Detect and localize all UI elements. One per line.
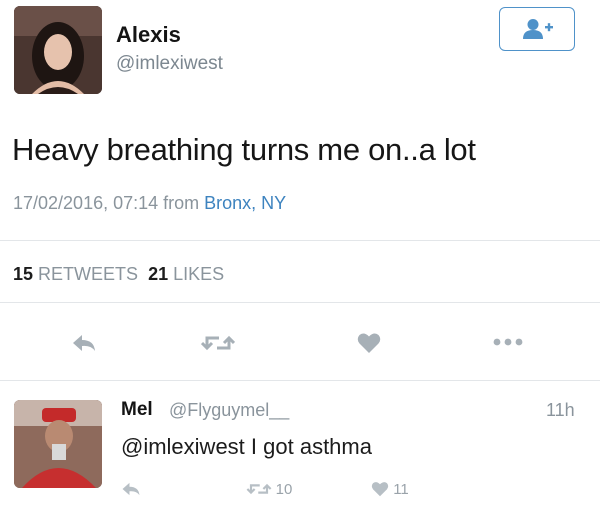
divider — [0, 380, 600, 381]
reply-time: 11h — [546, 400, 575, 420]
reply-avatar[interactable] — [14, 400, 102, 488]
tweet-stats: 15 RETWEETS 21 LIKES — [13, 264, 224, 285]
tweet-timestamp: 17/02/2016, 07:14 from Bronx, NY — [13, 193, 286, 214]
reply-icon — [73, 335, 95, 351]
likes-label[interactable]: LIKES — [173, 264, 224, 284]
divider — [0, 240, 600, 241]
reply-body: I got asthma — [244, 434, 372, 459]
add-user-icon — [523, 19, 553, 39]
author-handle[interactable]: @imlexiwest — [116, 53, 223, 75]
heart-icon — [357, 333, 381, 353]
location-link[interactable]: Bronx, NY — [204, 193, 286, 213]
tweet-text: Heavy breathing turns me on..a lot — [12, 132, 476, 167]
more-icon — [493, 338, 523, 346]
retweet-button[interactable] — [196, 328, 240, 358]
reply-reply-button[interactable] — [116, 478, 146, 500]
divider — [0, 302, 600, 303]
retweets-count[interactable]: 15 — [13, 264, 33, 284]
reply-like-count: 11 — [393, 480, 409, 498]
reply-text: @imlexiwest I got asthma — [121, 434, 372, 460]
reply-author-handle[interactable]: @Flyguymel__ — [169, 400, 289, 421]
reply-retweet-button[interactable]: 10 — [236, 478, 302, 500]
author-name[interactable]: Alexis — [116, 22, 181, 48]
likes-count[interactable]: 21 — [148, 264, 168, 284]
retweets-label[interactable]: RETWEETS — [38, 264, 138, 284]
follow-button[interactable] — [499, 7, 575, 51]
author-avatar[interactable] — [14, 6, 102, 94]
timestamp-text: 17/02/2016, 07:14 from — [13, 193, 205, 213]
reply-like-button[interactable]: 11 — [368, 478, 412, 500]
reply-retweet-count: 10 — [275, 480, 293, 498]
reply-mention[interactable]: @imlexiwest — [121, 434, 245, 459]
reply-icon — [122, 482, 140, 496]
reply-button[interactable] — [64, 328, 104, 358]
reply-author-name[interactable]: Mel — [121, 399, 153, 421]
retweet-icon — [246, 483, 272, 495]
heart-icon — [372, 482, 389, 497]
retweet-icon — [201, 335, 235, 351]
more-button[interactable] — [488, 332, 528, 352]
like-button[interactable] — [351, 328, 387, 358]
